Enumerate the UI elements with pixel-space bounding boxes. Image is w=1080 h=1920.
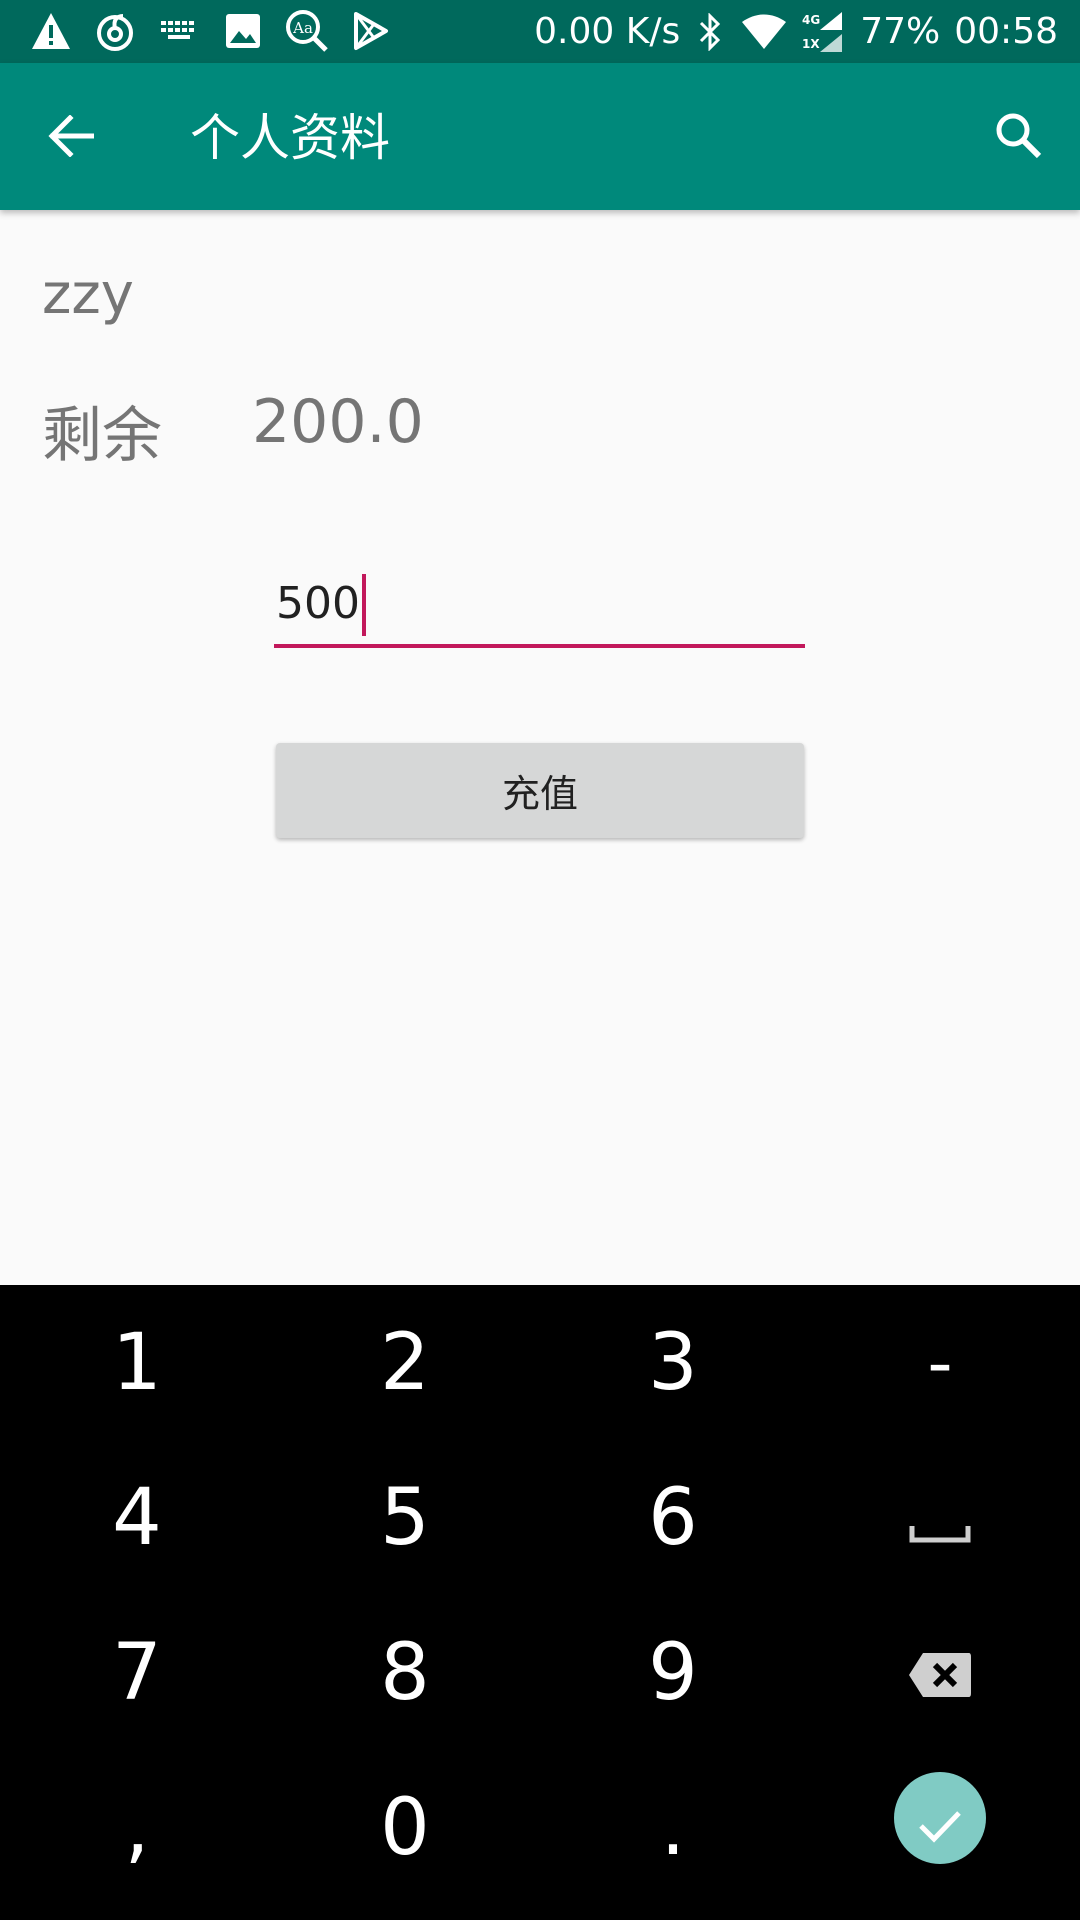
back-button[interactable] [36,103,106,173]
net-speed-text: 0.00 K/s [534,11,681,52]
recharge-amount-value: 500 [276,578,360,629]
svg-text:4G: 4G [802,13,820,27]
check-icon [917,1773,963,1863]
balance-label: 剩余 [42,401,162,471]
key-6[interactable]: 6 [538,1440,808,1595]
app-bar: 个人资料 [0,63,1080,210]
key-backspace[interactable] [805,1595,1075,1750]
dictionary-icon: Aa [282,8,332,54]
key-5[interactable]: 5 [270,1440,540,1595]
key-0[interactable]: 0 [270,1750,540,1905]
key-8[interactable]: 8 [270,1595,540,1750]
status-bar-system: 0.00 K/s 4G 1X 77% 00:58 [534,0,1058,63]
svg-text:Aa: Aa [292,19,313,37]
image-icon [218,8,268,54]
key-space[interactable] [805,1440,1075,1595]
key-9[interactable]: 9 [538,1595,808,1750]
recharge-amount-input[interactable]: 500 [274,566,805,648]
key-7[interactable]: 7 [2,1595,272,1750]
key-comma[interactable]: , [2,1750,272,1905]
key-2[interactable]: 2 [270,1285,540,1440]
wifi-icon [740,9,788,55]
search-button[interactable] [982,101,1054,173]
status-bar: Aa 0.00 K/s 4G 1X 77% 00:58 [0,0,1080,63]
keyboard-icon [154,8,204,54]
cellular-signal-icon: 4G 1X [802,9,846,55]
clock-text: 00:58 [954,11,1058,52]
music-app-icon [90,8,140,54]
search-icon [994,111,1042,163]
key-4[interactable]: 4 [2,1440,272,1595]
bluetooth-icon [694,9,726,55]
key-1[interactable]: 1 [2,1285,272,1440]
text-cursor [362,574,366,636]
play-store-icon [346,8,396,54]
arrow-back-icon [48,114,95,161]
page-title: 个人资料 [190,109,390,167]
balance-value: 200.0 [252,387,424,457]
recharge-button[interactable]: 充值 [276,743,804,838]
key-3[interactable]: 3 [538,1285,808,1440]
key-enter[interactable] [805,1740,1075,1895]
battery-text: 77% [860,11,941,52]
username-text: zzy [42,262,134,327]
enter-key-background [894,1771,986,1864]
warning-icon [26,8,76,54]
svg-text:1X: 1X [802,37,820,51]
status-bar-notifications: Aa [26,8,396,54]
space-bar-icon [909,1473,971,1563]
backspace-icon [907,1628,973,1718]
numeric-keyboard: 1 2 3 - 4 5 6 7 8 9 , 0 . [0,1285,1080,1920]
key-minus[interactable]: - [805,1285,1075,1440]
key-period[interactable]: . [538,1750,808,1905]
